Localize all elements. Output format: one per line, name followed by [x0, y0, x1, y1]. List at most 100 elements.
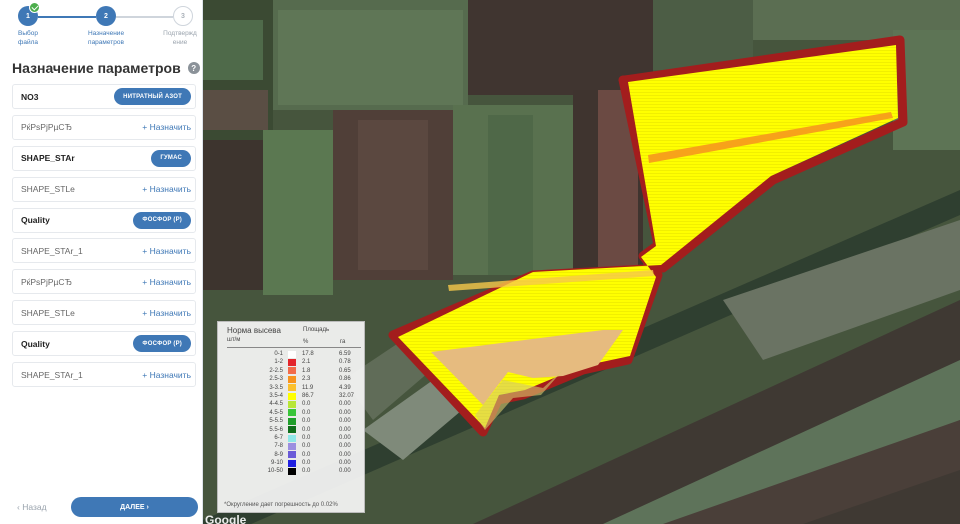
- legend-row: 2.5-3 2.3 0.86: [218, 375, 366, 383]
- step-2-label-line2: параметров: [88, 39, 124, 46]
- legend-row: 3.5-4 86.7 32.07: [218, 392, 366, 400]
- legend-color-swatch: [288, 451, 296, 459]
- legend-hectares: 4.39: [339, 384, 351, 391]
- assign-link[interactable]: + Назначить: [142, 184, 191, 194]
- step-3-label: Подтвержд ение: [154, 29, 206, 47]
- legend-color-swatch: [288, 442, 296, 450]
- parameter-row: Quality ФОСФОР (P): [12, 207, 196, 233]
- parameter-row: NO3 НИТРАТНЫЙ АЗОТ: [12, 84, 196, 109]
- legend-hectares: 0.00: [339, 451, 351, 458]
- parameter-name: NO3: [21, 91, 39, 102]
- legend-range: 0-1: [274, 351, 283, 357]
- legend-hectares: 0.65: [339, 367, 351, 374]
- satellite-map[interactable]: Google Норма высева шт/м Площадь % га 0-…: [203, 0, 960, 524]
- legend-rate-title: Норма высева: [227, 326, 281, 335]
- legend-row: 0-1 17.8 6.59: [218, 350, 366, 358]
- legend-hectares: 0.00: [339, 401, 351, 408]
- legend-ha-header: га: [340, 339, 346, 345]
- assigned-parameter-pill[interactable]: ФОСФОР (P): [133, 335, 191, 353]
- back-button[interactable]: ‹ Назад: [17, 502, 47, 512]
- legend-row: 6-7 0.0 0.00: [218, 434, 366, 442]
- legend-row: 2-2.5 1.8 0.65: [218, 367, 366, 375]
- legend-row: 7-8 0.0 0.00: [218, 442, 366, 450]
- legend-row: 1-2 2.1 0.78: [218, 358, 366, 367]
- legend-range: 2.5-3: [269, 376, 283, 383]
- legend-color-swatch: [288, 375, 296, 383]
- parameter-row: SHAPE_STLe + Назначить: [12, 300, 196, 326]
- legend-percent: 11.9: [302, 384, 314, 391]
- legend-hectares: 0.00: [339, 434, 351, 441]
- parameter-name: SHAPE_STAr_1: [21, 245, 83, 256]
- step-1-label-line2: файла: [17, 39, 38, 46]
- step-1-label[interactable]: Выбор файла: [0, 29, 56, 47]
- assigned-parameter-pill[interactable]: ГУМАС: [151, 149, 191, 167]
- step-2-circle[interactable]: 2: [96, 6, 116, 26]
- legend-range: 4.5-5: [269, 409, 283, 416]
- stepper: 1 2 3 Выбор файла Назначение параметров …: [0, 0, 203, 56]
- legend-row: 5.5-6 0.0 0.00: [218, 426, 366, 434]
- step-3-label-line1: Подтвержд: [163, 30, 197, 37]
- legend-rows: 0-1 17.8 6.59 1-2 2.1 0.78 2-2.5 1.8 0.65 2.5-3 2.…: [218, 350, 366, 476]
- parameter-row: РќРѕРјРµСЂ + Назначить: [12, 269, 196, 295]
- legend-percent: 86.7: [302, 392, 314, 399]
- legend-range: 9-10: [270, 460, 283, 467]
- legend-row: 9-10 0.0 0.00: [218, 459, 366, 467]
- step-2-label-line1: Назначение: [87, 30, 125, 37]
- parameter-row: РќРѕРјРµСЂ + Назначить: [12, 114, 196, 140]
- parameter-row: SHAPE_STAr_1 + Назначить: [12, 238, 196, 264]
- legend-hectares: 0.00: [339, 418, 351, 425]
- legend-hectares: 0.78: [339, 359, 351, 366]
- legend-hectares: 32.07: [339, 392, 355, 399]
- legend-range: 1-2: [274, 359, 283, 366]
- seeding-rate-legend: Норма высева шт/м Площадь % га 0-1 17.8 6.…: [217, 321, 365, 513]
- parameter-name: SHAPE_STLe: [21, 307, 75, 318]
- legend-color-swatch: [288, 367, 296, 375]
- page-title: Назначение параметров: [12, 60, 181, 76]
- legend-range: 7-8: [274, 443, 283, 450]
- legend-percent: 0.0: [302, 426, 311, 433]
- legend-percent: 0.0: [302, 418, 311, 425]
- legend-percent: 17.8: [302, 351, 314, 357]
- parameter-name: SHAPE_STAr: [21, 153, 75, 164]
- legend-color-swatch: [288, 468, 296, 476]
- parameter-list: NO3 НИТРАТНЫЙ АЗОТ РќРѕРјРµСЂ + Назначить SH…: [12, 84, 196, 393]
- legend-range: 4-4.5: [269, 401, 283, 408]
- parameter-row: SHAPE_STLe + Назначить: [12, 176, 196, 202]
- legend-percent: 0.0: [302, 460, 311, 467]
- assign-link[interactable]: + Назначить: [142, 122, 191, 132]
- assigned-parameter-pill[interactable]: ФОСФОР (P): [133, 211, 191, 229]
- next-button[interactable]: ДАЛЕЕ ›: [71, 497, 198, 517]
- assign-link[interactable]: + Назначить: [142, 308, 191, 318]
- parameter-row: SHAPE_STAr_1 + Назначить: [12, 362, 196, 388]
- stepper-line-done: [38, 16, 96, 18]
- parameter-row: SHAPE_STAr ГУМАС: [12, 145, 196, 171]
- assigned-parameter-pill[interactable]: НИТРАТНЫЙ АЗОТ: [114, 88, 191, 105]
- step-done-check-icon: [29, 2, 40, 13]
- legend-color-swatch: [288, 459, 296, 467]
- help-icon[interactable]: ?: [187, 62, 200, 74]
- assign-link[interactable]: + Назначить: [142, 277, 191, 287]
- step-3-label-line2: ение: [172, 39, 188, 46]
- legend-hectares: 0.86: [339, 376, 351, 383]
- legend-hectares: 0.00: [339, 468, 351, 475]
- legend-divider: [227, 347, 361, 348]
- legend-color-swatch: [288, 359, 296, 367]
- panel-header: Назначение параметров ?: [12, 60, 200, 76]
- legend-percent: 0.0: [302, 468, 311, 475]
- step-1-label-line1: Выбор: [18, 30, 38, 37]
- legend-color-swatch: [288, 401, 296, 409]
- step-3-circle: 3: [173, 6, 193, 26]
- legend-row: 8-9 0.0 0.00: [218, 451, 366, 459]
- legend-color-swatch: [288, 384, 296, 392]
- legend-hectares: 0.00: [339, 426, 351, 433]
- parameter-name: Quality: [21, 215, 50, 226]
- legend-hectares: 0.00: [339, 409, 351, 416]
- legend-percent: 0.0: [302, 451, 311, 458]
- parameter-name: SHAPE_STLe: [21, 184, 75, 195]
- legend-percent: 0.0: [302, 401, 311, 408]
- assign-link[interactable]: + Назначить: [142, 246, 191, 256]
- legend-color-swatch: [288, 426, 296, 434]
- assign-link[interactable]: + Назначить: [142, 370, 191, 380]
- legend-note: *Округление дает погрешность до 0.02%: [224, 502, 338, 508]
- legend-area-title: Площадь: [303, 327, 330, 333]
